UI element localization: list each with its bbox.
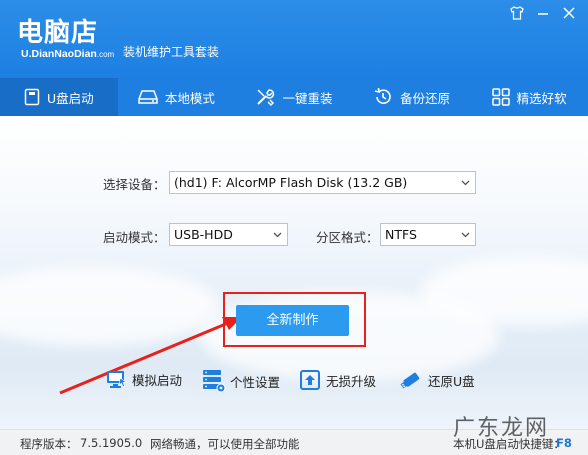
app-logo: 电脑店 — [17, 18, 99, 48]
lossless-upgrade-button[interactable]: 无损升级 — [300, 369, 376, 391]
tab-usb-boot[interactable]: U盘启动 — [0, 78, 118, 116]
tab-label: 备份还原 — [400, 90, 451, 106]
app-subtitle: 装机维护工具套装 — [123, 45, 220, 59]
tab-label: U盘启动 — [46, 90, 94, 106]
tab-label: 精选好软 — [516, 90, 567, 106]
restore-icon — [374, 87, 391, 104]
simulate-boot-icon — [107, 371, 127, 388]
tools-row: 模拟启动 个性设置 无损升级 还原U盘 — [0, 369, 588, 399]
main-nav: U盘启动 本地模式 一键重装 备份还原 精选好软 — [0, 78, 588, 116]
tab-label: 一键重装 — [282, 90, 333, 106]
tab-local-mode[interactable]: 本地模式 — [118, 78, 236, 116]
logo-domain-text: U.DianNaoDian — [21, 48, 97, 60]
network-status: 网络畅通，可以使用全部功能 — [150, 437, 300, 451]
tab-label: 本地模式 — [164, 90, 215, 106]
usb-restore-icon — [400, 372, 420, 389]
tool-label: 无损升级 — [326, 373, 377, 389]
logo-domain-tld: .com — [96, 50, 115, 59]
app-window: 电脑店 U.DianNaoDian.com 装机维护工具套装 U盘启动 本地模式 — [0, 0, 588, 455]
title-bar: 电脑店 U.DianNaoDian.com 装机维护工具套装 — [0, 0, 588, 78]
create-new-button[interactable]: 全新制作 — [236, 305, 349, 336]
server-settings-icon — [203, 370, 226, 393]
tool-label: 模拟启动 — [132, 372, 183, 388]
tool-label: 还原U盘 — [428, 373, 475, 389]
custom-settings-button[interactable]: 个性设置 — [202, 369, 280, 393]
version-label: 程序版本： — [20, 437, 78, 451]
version-value: 7.5.1905.0 — [80, 436, 143, 450]
tab-featured-software[interactable]: 精选好软 — [470, 78, 588, 116]
tool-label: 个性设置 — [230, 374, 281, 390]
tab-one-click-reinstall[interactable]: 一键重装 — [235, 78, 353, 116]
upgrade-icon — [300, 370, 320, 390]
tab-backup-restore[interactable]: 备份还原 — [353, 78, 471, 116]
apps-grid-icon — [491, 88, 510, 106]
simulate-boot-button[interactable]: 模拟启动 — [106, 369, 182, 389]
main-panel: 选择设备： (hd1) F: AlcorMP Flash Disk (13.2 … — [0, 116, 588, 429]
minimize-icon[interactable] — [536, 6, 552, 22]
tools-icon — [257, 89, 275, 107]
window-controls — [510, 6, 578, 22]
shirt-icon[interactable] — [510, 6, 526, 22]
watermark-text: 广东龙网 — [453, 416, 550, 441]
app-logo-domain: U.DianNaoDian.com — [21, 48, 114, 60]
boot-hotkey-value: F8 — [556, 436, 572, 450]
restore-usb-button[interactable]: 还原U盘 — [398, 369, 475, 391]
close-icon[interactable] — [562, 6, 578, 22]
usb-icon — [24, 88, 40, 106]
hard-drive-icon — [138, 90, 158, 104]
